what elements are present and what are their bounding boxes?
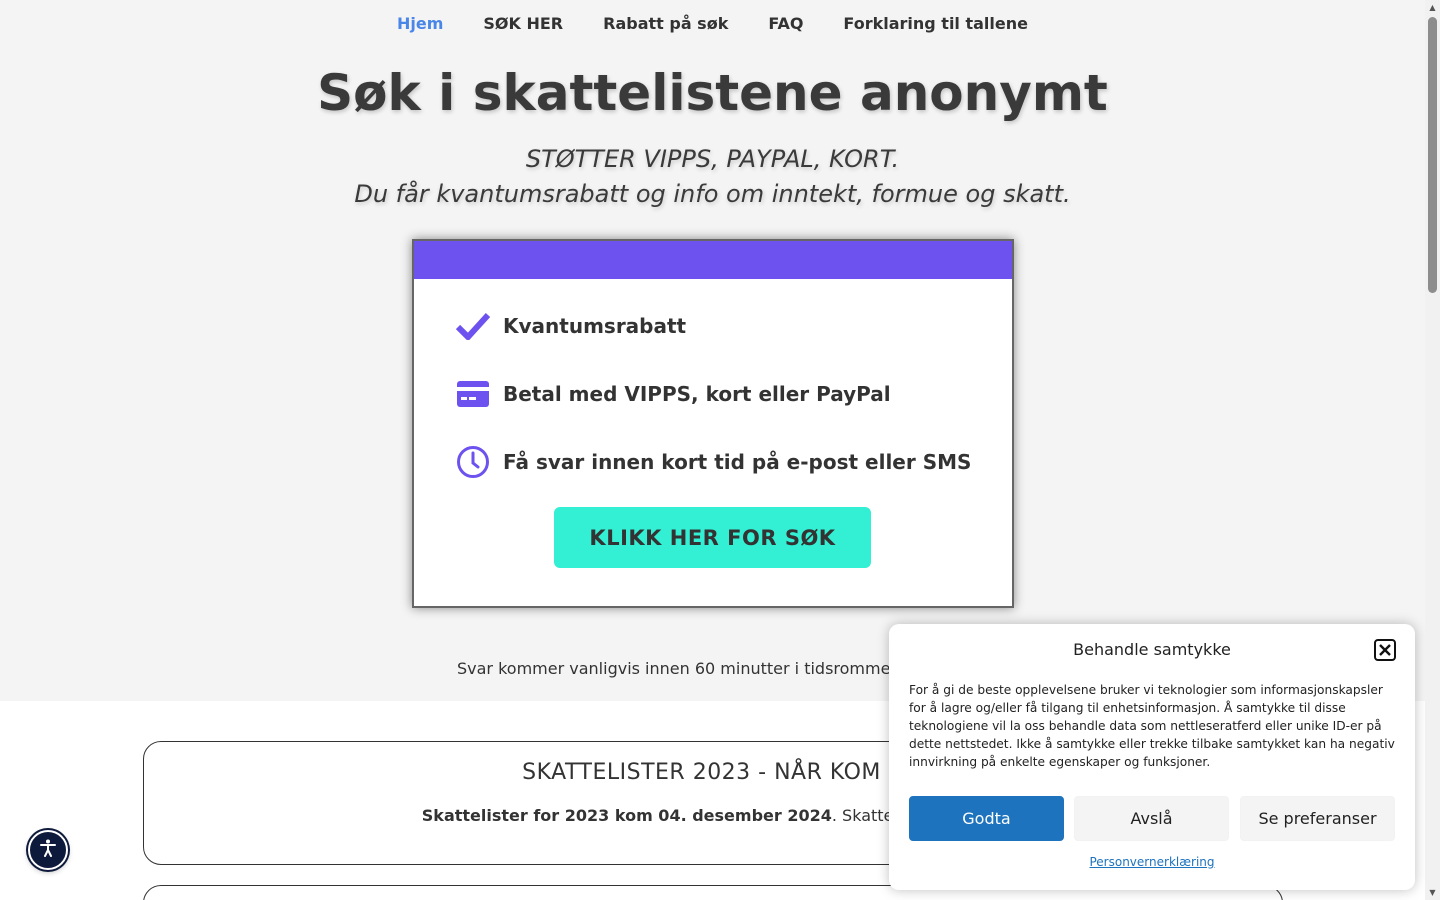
scroll-down-icon[interactable]: ▼ [1425,885,1440,900]
nav-item-sok-her[interactable]: SØK HER [483,14,563,34]
nav-item-rabatt[interactable]: Rabatt på søk [603,14,728,34]
hero-subtitle-line2: Du får kvantumsrabatt og info om inntekt… [354,180,1071,208]
nav-item-faq[interactable]: FAQ [768,14,803,34]
consent-body: For å gi de beste opplevelsene bruker vi… [909,683,1395,769]
feature-label: Få svar innen kort tid på e-post eller S… [503,450,972,474]
close-icon[interactable] [1374,639,1396,661]
info-text-bold: Skattelister for 2023 kom 04. desember 2… [421,806,832,825]
feature-item: Kvantumsrabatt [456,309,686,343]
feature-label: Betal med VIPPS, kort eller PayPal [503,382,891,406]
credit-card-icon [456,377,490,411]
consent-deny-button[interactable]: Avslå [1074,796,1229,841]
scroll-up-icon[interactable]: ▲ [1425,0,1440,15]
consent-accept-button[interactable]: Godta [909,796,1064,841]
search-cta-button[interactable]: KLIKK HER FOR SØK [554,507,871,568]
hero-subtitle: STØTTER VIPPS, PAYPAL, KORT. Du får kvan… [0,142,1425,212]
scrollbar-thumb[interactable] [1428,17,1437,293]
hero-title: Søk i skattelistene anonymt [317,64,1108,122]
accessibility-icon [40,839,56,861]
feature-item: Få svar innen kort tid på e-post eller S… [456,445,971,479]
page: Hjem SØK HER Rabatt på søk FAQ Forklarin… [0,0,1425,900]
checkmark-icon [456,309,490,343]
consent-preferences-button[interactable]: Se preferanser [1240,796,1395,841]
card-header-band [414,241,1012,279]
nav-item-forklaring[interactable]: Forklaring til tallene [843,14,1028,34]
consent-title: Behandle samtykke [1073,640,1231,659]
privacy-policy-link[interactable]: Personvernerklæring [889,855,1415,869]
accessibility-button[interactable] [28,830,68,870]
feature-label: Kvantumsrabatt [503,314,687,338]
vertical-scrollbar[interactable]: ▲ ▼ [1425,0,1440,900]
answer-time-note: Svar kommer vanligvis innen 60 minutter … [457,659,891,678]
feature-card: Kvantumsrabatt Betal med VIPPS, kort ell… [412,239,1014,608]
nav-item-hjem[interactable]: Hjem [397,14,443,34]
consent-dialog: Behandle samtykke For å gi de beste oppl… [889,624,1415,890]
feature-item: Betal med VIPPS, kort eller PayPal [456,377,891,411]
hero-subtitle-line1: STØTTER VIPPS, PAYPAL, KORT. [525,145,900,173]
main-nav: Hjem SØK HER Rabatt på søk FAQ Forklarin… [0,14,1425,34]
clock-icon [456,445,490,479]
